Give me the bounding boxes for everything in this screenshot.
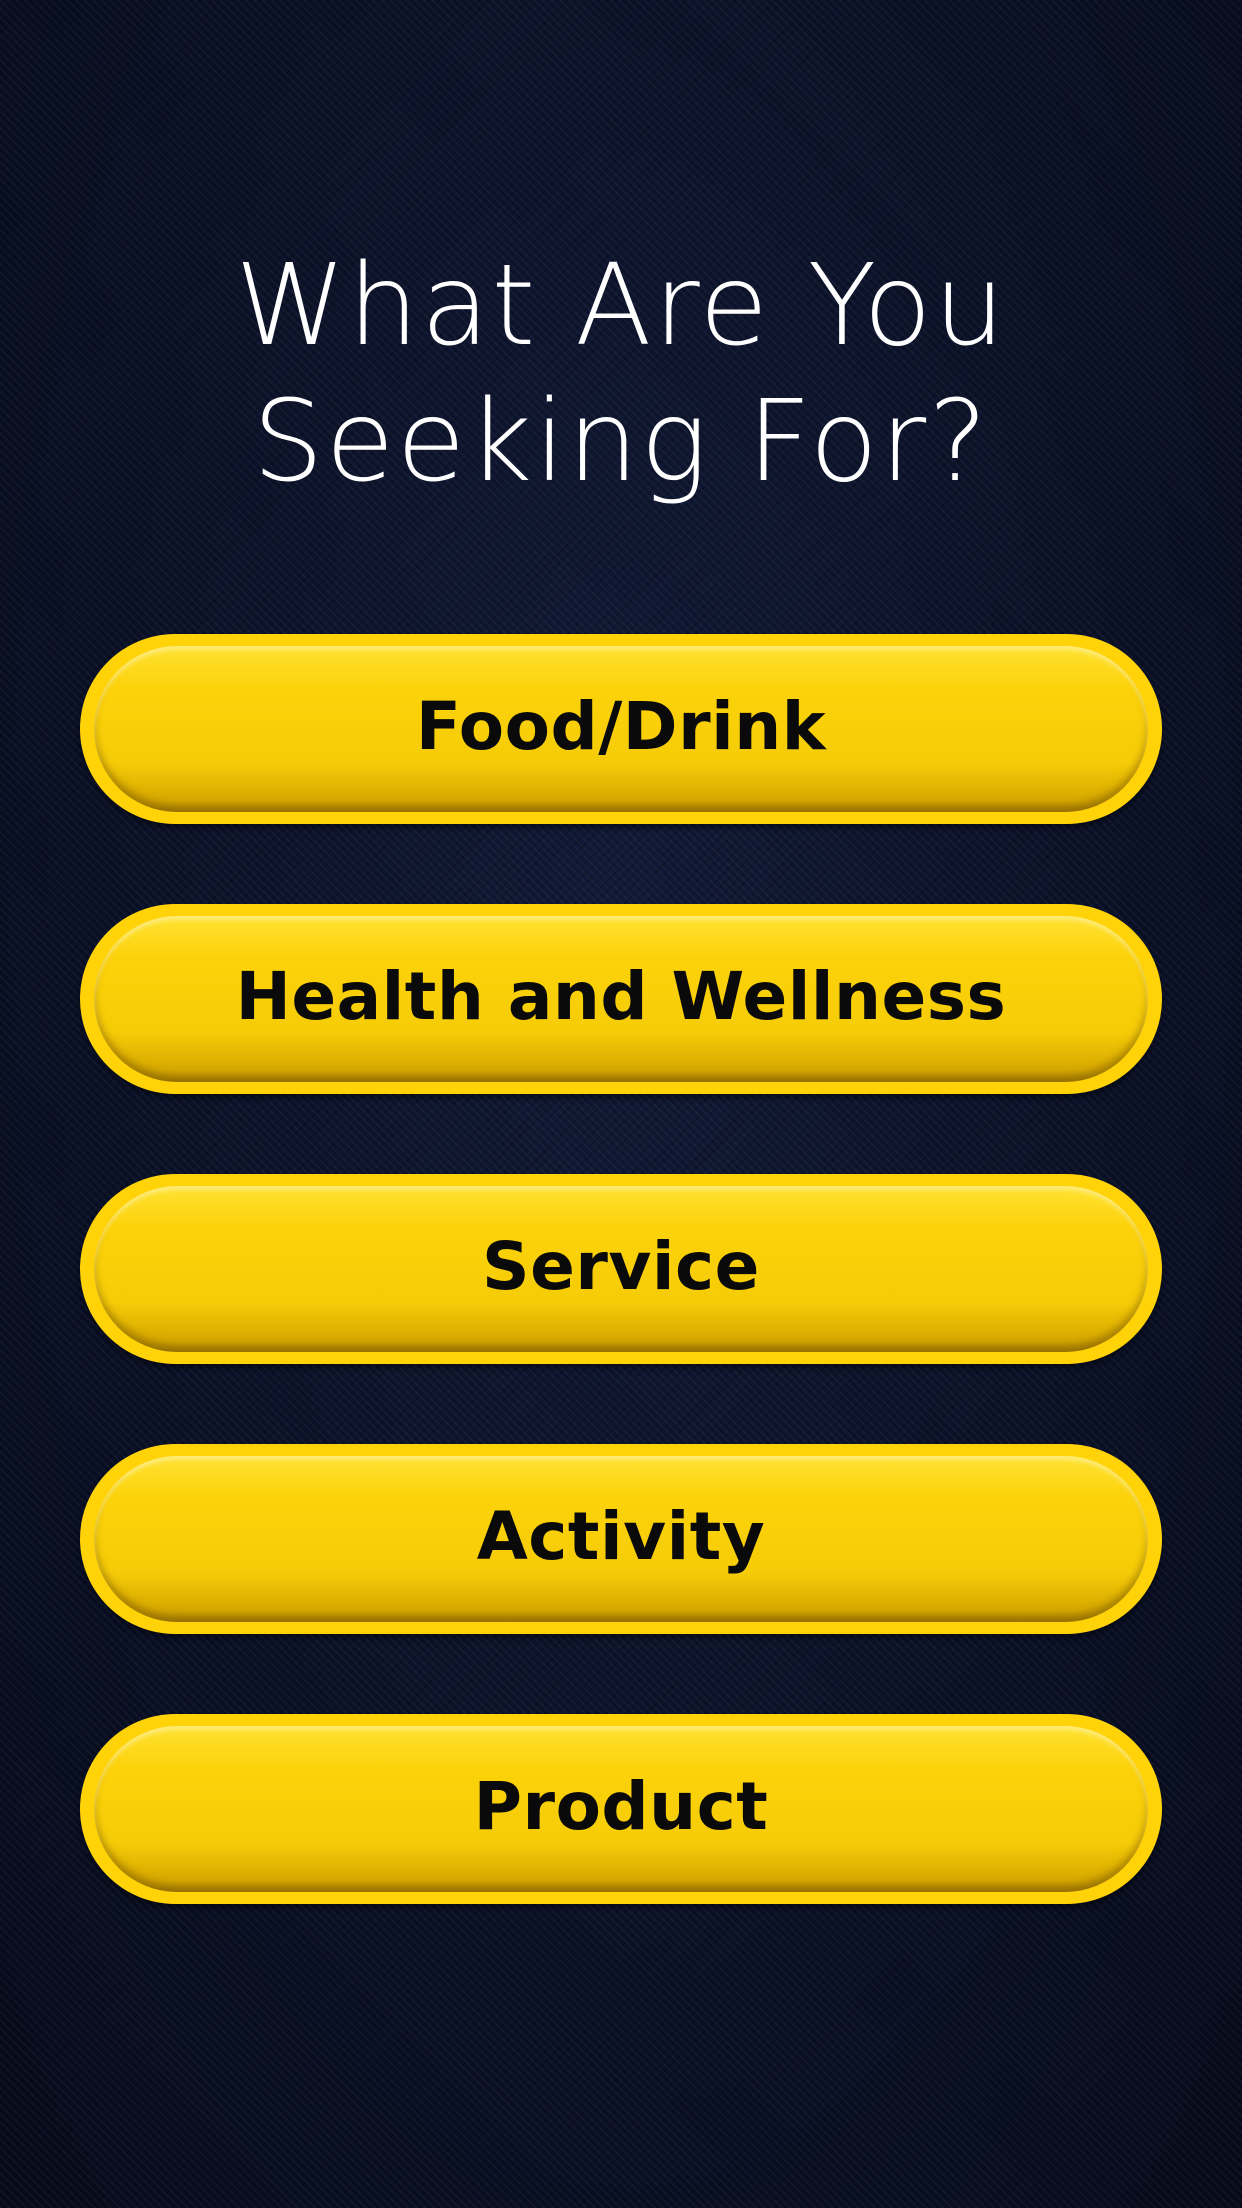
- service-button[interactable]: Service: [80, 1174, 1162, 1364]
- service-button-label: Service: [482, 1227, 760, 1305]
- category-options-list: Food/Drink Health and Wellness Service A…: [80, 634, 1162, 1984]
- food-drink-button[interactable]: Food/Drink: [80, 634, 1162, 824]
- page-title-line-2: Seeking For?: [252, 377, 990, 507]
- product-button[interactable]: Product: [80, 1714, 1162, 1904]
- activity-button-label: Activity: [476, 1497, 766, 1575]
- page-title-line-1: What Are You: [235, 241, 1007, 371]
- product-button-label: Product: [473, 1767, 769, 1845]
- page-title: What Are You Seeking For?: [0, 238, 1242, 510]
- health-and-wellness-button-label: Health and Wellness: [235, 957, 1007, 1035]
- food-drink-button-label: Food/Drink: [415, 687, 827, 765]
- activity-button[interactable]: Activity: [80, 1444, 1162, 1634]
- health-and-wellness-button[interactable]: Health and Wellness: [80, 904, 1162, 1094]
- category-selection-screen: What Are You Seeking For? Food/Drink Hea…: [0, 0, 1242, 2208]
